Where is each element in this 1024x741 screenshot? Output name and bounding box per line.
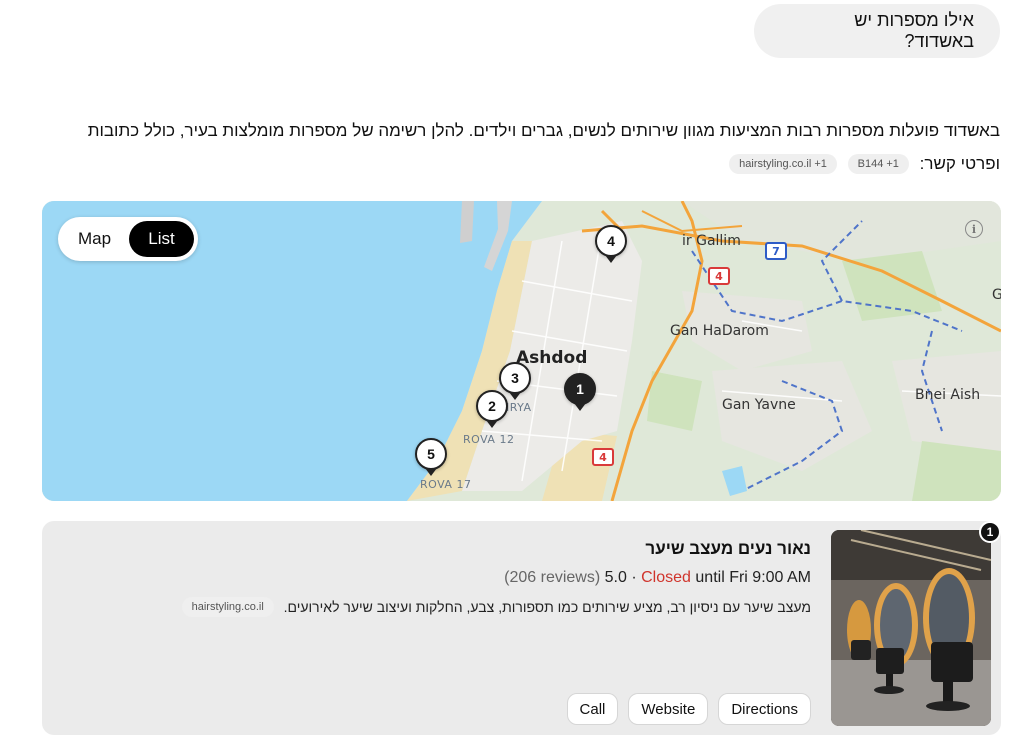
user-message-text: אילו מספרות יש באשדוד? xyxy=(854,10,974,51)
salon-photo xyxy=(831,530,991,726)
map-label-rova12: ROVA 12 xyxy=(463,433,515,446)
map-toggle-button[interactable]: Map xyxy=(62,221,127,257)
map-pin-2[interactable]: 2 xyxy=(476,390,508,428)
road-shield-4: 4 xyxy=(708,267,730,285)
road-shield-4-south: 4 xyxy=(592,448,614,466)
road-shield-7: 7 xyxy=(765,242,787,260)
opening-hours: until Fri 9:00 AM xyxy=(695,569,811,586)
description-source-chip[interactable]: hairstyling.co.il xyxy=(181,597,274,617)
list-toggle-button[interactable]: List xyxy=(129,221,194,257)
map-label-ashdod: Ashdod xyxy=(516,348,588,368)
rating-value: 5.0 xyxy=(604,569,627,586)
assistant-answer: באשדוד פועלות מספרות רבות המציעות מגוון … xyxy=(60,114,1000,180)
salon-description: מעצב שיער עם ניסיון רב, מציע שירותים כמו… xyxy=(181,597,811,617)
map-label-gan-hadarom: Gan HaDarom xyxy=(670,323,769,339)
meta-separator: · xyxy=(631,569,637,586)
map-label-edge: G xyxy=(992,287,1001,303)
source-chip-hairstyling[interactable]: hairstyling.co.il +1 xyxy=(729,154,837,174)
map-pin-4[interactable]: 4 xyxy=(595,225,627,263)
map-pin-5[interactable]: 5 xyxy=(415,438,447,476)
rank-badge: 1 xyxy=(979,521,1001,543)
source-chip-b144[interactable]: B144 +1 xyxy=(847,154,909,174)
info-icon[interactable]: i xyxy=(965,220,983,238)
call-button[interactable]: Call xyxy=(566,693,619,725)
action-buttons: Directions Website Call xyxy=(566,693,811,725)
map-label-rova17: ROVA 17 xyxy=(420,478,472,491)
directions-button[interactable]: Directions xyxy=(718,693,811,725)
map-pin-1[interactable]: 1 xyxy=(564,373,596,411)
website-button[interactable]: Website xyxy=(628,693,709,725)
map-label-kirya: IRYA xyxy=(506,401,532,414)
open-status: Closed xyxy=(641,569,691,586)
map-view[interactable]: Map List i ir Gallim Gan HaDarom Ashdod … xyxy=(42,201,1001,501)
result-card[interactable]: 1 נאור נעים מעצב שיער (206 reviews) 5.0 … xyxy=(42,521,1001,735)
review-count: (206 reviews) xyxy=(504,569,601,586)
map-label-bnei-aish: Bnei Aish xyxy=(915,387,981,403)
salon-meta: (206 reviews) 5.0 · Closed until Fri 9:0… xyxy=(504,569,811,587)
user-message-bubble: אילו מספרות יש באשדוד? xyxy=(754,4,1000,58)
map-pin-3[interactable]: 3 xyxy=(499,362,531,400)
map-label-kiryat-gallim: ir Gallim xyxy=(682,233,741,249)
map-label-gan-yavne: Gan Yavne xyxy=(722,397,796,413)
description-text: מעצב שיער עם ניסיון רב, מציע שירותים כמו… xyxy=(283,599,811,615)
salon-name[interactable]: נאור נעים מעצב שיער xyxy=(645,539,811,559)
map-list-toggle[interactable]: Map List xyxy=(58,217,198,261)
